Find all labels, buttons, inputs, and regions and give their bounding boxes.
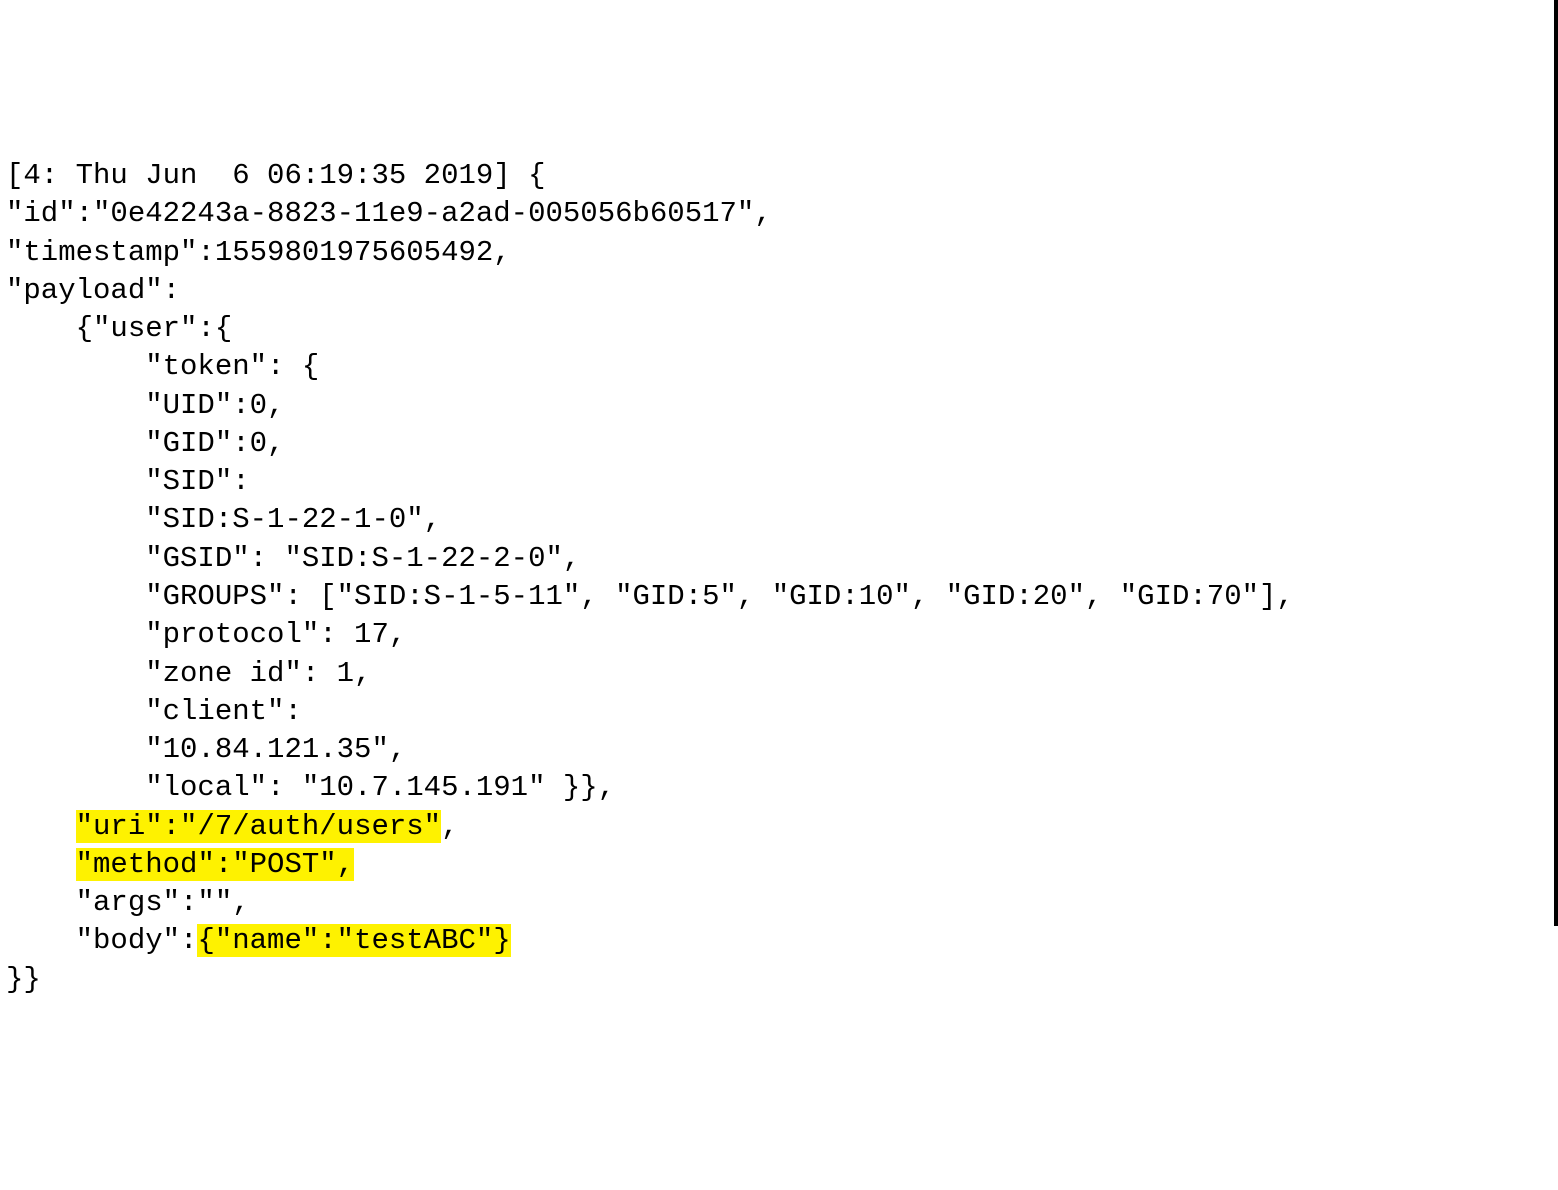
code-block: [4: Thu Jun 6 06:19:35 2019] { "id":"0e4… xyxy=(6,157,1548,999)
json-body-highlighted: {"name":"testABC"} xyxy=(197,924,510,957)
json-id-line: "id":"0e42243a-8823-11e9-a2ad-005056b605… xyxy=(6,197,772,230)
json-method-highlighted: "method":"POST", xyxy=(76,848,354,881)
json-args: "args":"", xyxy=(6,886,250,919)
json-token-open: "token": { xyxy=(6,350,319,383)
json-method-prefix xyxy=(6,848,76,881)
json-zone-id: "zone id": 1, xyxy=(6,657,371,690)
json-uri-suffix: , xyxy=(441,810,458,843)
json-uri-highlighted: "uri":"/7/auth/users" xyxy=(76,810,441,843)
json-sid-key: "SID": xyxy=(6,465,250,498)
json-client-key: "client": xyxy=(6,695,302,728)
json-local: "local": "10.7.145.191" }}, xyxy=(6,771,615,804)
json-timestamp-line: "timestamp":1559801975605492, xyxy=(6,236,511,269)
json-gsid: "GSID": "SID:S-1-22-2-0", xyxy=(6,542,580,575)
json-payload-key: "payload": xyxy=(6,274,180,307)
json-uri-prefix xyxy=(6,810,76,843)
json-gid: "GID":0, xyxy=(6,427,284,460)
json-body-prefix: "body": xyxy=(6,924,197,957)
json-uid: "UID":0, xyxy=(6,389,284,422)
json-close: }} xyxy=(6,963,41,996)
log-header: [4: Thu Jun 6 06:19:35 2019] { xyxy=(6,159,546,192)
json-groups: "GROUPS": ["SID:S-1-5-11", "GID:5", "GID… xyxy=(6,580,1294,613)
json-client-value: "10.84.121.35", xyxy=(6,733,406,766)
json-protocol: "protocol": 17, xyxy=(6,618,406,651)
json-user-open: {"user":{ xyxy=(6,312,232,345)
json-sid-value: "SID:S-1-22-1-0", xyxy=(6,503,441,536)
